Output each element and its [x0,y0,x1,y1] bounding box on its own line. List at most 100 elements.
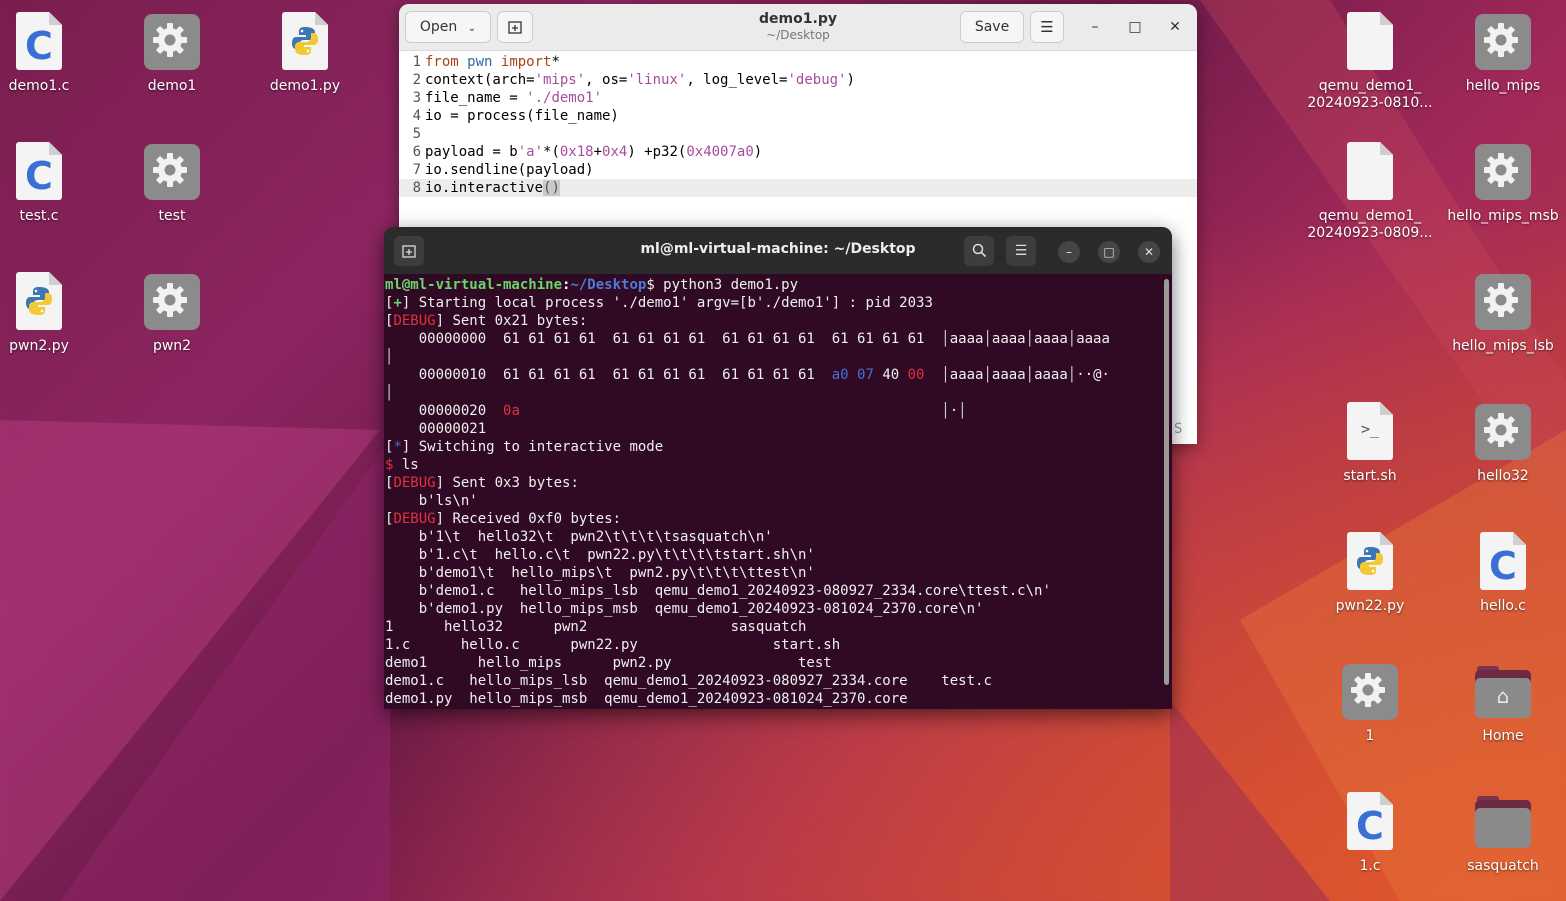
executable-gear-icon [142,12,202,72]
desktop-icon[interactable]: 1 [1305,662,1435,745]
desktop-icon-label: hello32 [1477,468,1529,484]
desktop-icon[interactable]: pwn22.py [1305,532,1435,615]
desktop-icon[interactable]: test [107,142,237,225]
minimize-icon: – [1066,245,1072,259]
desktop-icon[interactable]: qemu_demo1_ 20240923-0809... [1305,142,1435,242]
maximize-icon: □ [1103,245,1115,259]
code-line: 6 payload = b'a'*(0x18+0x4) +p32(0x4007a0… [412,144,763,160]
desktop-icon[interactable]: qemu_demo1_ 20240923-0810... [1305,12,1435,112]
editor-title: demo1.py [759,11,837,27]
menu-button[interactable]: ☰ [1030,11,1064,43]
menu-button[interactable]: ☰ [1006,236,1036,266]
executable-gear-icon [1473,12,1533,72]
desktop-icon[interactable]: hello_mips [1438,12,1566,95]
desktop-icon[interactable]: ⌂ Home [1438,662,1566,745]
terminal-line: [DEBUG] Sent 0x3 bytes: [385,475,579,491]
desktop-icon-label: hello.c [1480,598,1526,614]
search-button[interactable] [964,236,994,266]
desktop-icon-label: test [158,208,186,224]
desktop-icon[interactable]: demo1.py [240,12,370,95]
file-icon [1340,12,1400,72]
executable-gear-icon [142,272,202,332]
terminal-line: $ ls [385,457,419,473]
desktop-icon-label: demo1.py [269,78,341,94]
terminal-line: [+] Starting local process './demo1' arg… [385,295,933,311]
close-button[interactable]: ✕ [1138,241,1160,263]
desktop-icon-label: demo1.c [8,78,70,94]
search-icon [972,243,986,258]
desktop-icon[interactable]: Ctest.c [0,142,104,225]
python-file-icon [275,12,335,72]
close-icon: ✕ [1143,245,1155,259]
terminal-line: demo1.c hello_mips_lsb qemu_demo1_202409… [385,673,992,689]
terminal-line: [DEBUG] Sent 0x21 bytes: [385,313,588,329]
desktop-icon[interactable]: sasquatch [1438,792,1566,875]
code-line: 2 context(arch='mips', os='linux', log_le… [412,72,855,88]
c-file-icon: C [1473,532,1533,592]
editor-headerbar: Open ⌄ demo1.py ~/Desktop Save ☰ – □ ✕ [399,4,1197,51]
hamburger-icon: ☰ [1040,18,1054,36]
executable-gear-icon [1473,142,1533,202]
desktop-icon[interactable]: Cdemo1.c [0,12,104,95]
terminal-line: 00000010 61 61 61 61 61 61 61 61 61 61 6… [385,367,1110,383]
terminal-line: 1 hello32 pwn2 sasquatch [385,619,807,635]
desktop-icon-label: hello_mips_lsb [1452,338,1554,354]
desktop-icon[interactable]: pwn2 [107,272,237,355]
desktop-icon-label: sasquatch [1467,858,1539,874]
desktop-icon[interactable]: Chello.c [1438,532,1566,615]
terminal-line: b'1\t hello32\t pwn2\t\t\t\tsasquatch\n' [385,529,773,545]
desktop-icon[interactable]: hello32 [1438,402,1566,485]
executable-gear-icon [1473,272,1533,332]
home-folder-icon: ⌂ [1473,662,1533,722]
desktop-icon[interactable]: C 1.c [1305,792,1435,875]
maximize-button[interactable]: □ [1098,241,1120,263]
python-file-icon [9,272,69,332]
executable-gear-icon [1340,662,1400,722]
desktop-icon[interactable]: hello_mips_lsb [1438,272,1566,355]
close-icon: ✕ [1169,19,1181,35]
terminal-line: [DEBUG] Received 0xf0 bytes: [385,511,622,527]
desktop-icon-label: demo1 [147,78,197,94]
executable-gear-icon [1473,402,1533,462]
python-file-icon [1340,532,1400,592]
save-button[interactable]: Save [960,11,1024,43]
desktop-icon-label: qemu_demo1_ 20240923-0810... [1307,78,1433,111]
terminal-window[interactable]: ml@ml-virtual-machine: ~/Desktop ☰ – □ ✕… [384,227,1172,709]
terminal-line: 1.c hello.c pwn22.py start.sh [385,637,841,653]
c-file-icon: C [9,12,69,72]
desktop-icon-label: hello_mips [1465,78,1541,94]
terminal-line: 00000020 0a │·│ [385,403,967,419]
terminal-output[interactable]: ml@ml-virtual-machine:~/Desktop$ python3… [384,276,1160,709]
terminal-line: demo1.py hello_mips_msb qemu_demo1_20240… [385,691,908,707]
desktop-icon-label: 1.c [1359,858,1381,874]
terminal-line: b'demo1.c hello_mips_lsb qemu_demo1_2024… [385,583,1051,599]
desktop-icon[interactable]: hello_mips_msb [1438,142,1566,225]
close-button[interactable]: ✕ [1165,17,1185,37]
code-line: 4 io = process(file_name) [412,108,619,124]
desktop-icon-label: test.c [19,208,59,224]
desktop-icon[interactable]: demo1 [107,12,237,95]
terminal-line: b'ls\n' [385,493,478,509]
desktop-icon-label: Home [1482,728,1524,744]
desktop-icon[interactable]: pwn2.py [0,272,104,355]
minimize-button[interactable]: – [1085,17,1105,37]
hidden-peek-text: S [1174,421,1183,437]
folder-icon [1473,792,1533,852]
c-file-icon: C [9,142,69,202]
desktop-icon[interactable]: >_ start.sh [1305,402,1435,485]
desktop-icon-label: pwn22.py [1335,598,1405,614]
c-file-icon: C [1340,792,1400,852]
maximize-button[interactable]: □ [1125,17,1145,37]
terminal-line: b'demo1\t hello_mips\t pwn2.py\t\t\t\tte… [385,565,815,581]
prompt-line: ml@ml-virtual-machine:~/Desktop$ python3… [385,277,799,293]
terminal-line: │ [385,385,394,401]
shell-script-icon: >_ [1340,402,1400,462]
terminal-line: │ [385,349,394,365]
hamburger-icon: ☰ [1014,243,1028,259]
minimize-button[interactable]: – [1058,241,1080,263]
desktop-icon-label: qemu_demo1_ 20240923-0809... [1307,208,1433,241]
desktop-icon-label: pwn2 [152,338,192,354]
terminal-scrollbar[interactable] [1164,279,1169,685]
code-line-current: 8 io.interactive() [399,179,1197,197]
desktop-icon-label: start.sh [1343,468,1397,484]
